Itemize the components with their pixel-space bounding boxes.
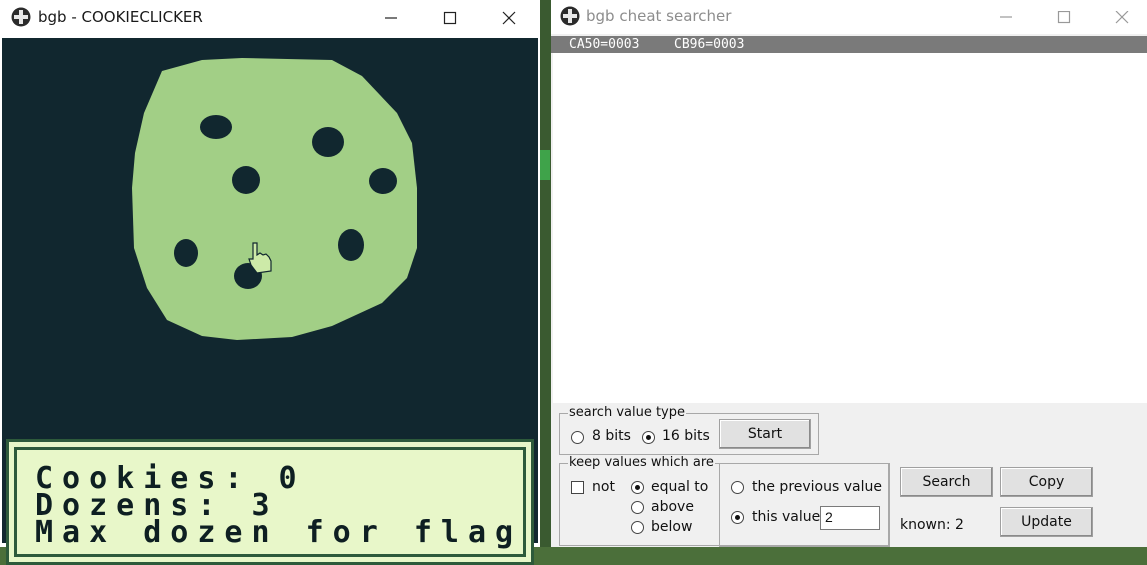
close-icon bbox=[1115, 11, 1129, 24]
radio-this-value-label[interactable]: this value: bbox=[752, 509, 825, 525]
game-screen[interactable]: Cookies: 0 Dozens: 3 Max dozen for flag bbox=[2, 38, 538, 565]
this-value-input[interactable]: 2 bbox=[820, 506, 880, 530]
cheat-titlebar[interactable]: bgb cheat searcher bbox=[551, 0, 1147, 34]
known-count: known: 2 bbox=[900, 517, 964, 533]
minimize-icon bbox=[1000, 16, 1012, 18]
group-label: search value type bbox=[568, 405, 686, 420]
radio-equal-to[interactable] bbox=[631, 481, 644, 494]
update-button[interactable]: Update bbox=[1000, 507, 1093, 537]
group-label: keep values which are bbox=[568, 455, 715, 470]
close-icon bbox=[502, 11, 516, 25]
radio-above-label[interactable]: above bbox=[651, 499, 694, 515]
not-checkbox-label[interactable]: not bbox=[592, 479, 615, 495]
maximize-icon bbox=[443, 11, 457, 25]
radio-8bits[interactable] bbox=[571, 431, 584, 444]
radio-8bits-label[interactable]: 8 bits bbox=[592, 428, 631, 444]
copy-button[interactable]: Copy bbox=[1000, 467, 1093, 497]
copy-button-label: Copy bbox=[1028, 474, 1065, 490]
radio-16bits-label[interactable]: 16 bits bbox=[662, 428, 710, 444]
emulator-titlebar[interactable]: bgb - COOKIECLICKER bbox=[0, 0, 540, 36]
emulator-window: bgb - COOKIECLICKER Cookies: 0 Dozens: 3… bbox=[0, 0, 540, 565]
minimize-button[interactable] bbox=[977, 0, 1035, 36]
radio-equal-to-label[interactable]: equal to bbox=[651, 479, 708, 495]
search-value-type-group: search value type 8 bits 16 bits Start bbox=[559, 405, 819, 455]
cheat-searcher-window: bgb cheat searcher CA50=0003 CB96=0003 s… bbox=[551, 0, 1147, 547]
radio-16bits[interactable] bbox=[642, 431, 655, 444]
radio-below-label[interactable]: below bbox=[651, 519, 692, 535]
cookie-body bbox=[132, 58, 417, 340]
radio-previous-value-label[interactable]: the previous value bbox=[752, 479, 882, 495]
result-item[interactable]: CB96=0003 bbox=[674, 37, 744, 52]
window-title: bgb cheat searcher bbox=[586, 7, 732, 25]
start-button-label: Start bbox=[747, 426, 783, 442]
desktop-strip-green bbox=[540, 150, 550, 180]
flag-line: Max dozen for flag bbox=[35, 515, 523, 550]
radio-above[interactable] bbox=[631, 501, 644, 514]
bgb-cross-icon bbox=[560, 6, 580, 26]
result-list[interactable] bbox=[553, 53, 1147, 403]
radio-this-value[interactable] bbox=[731, 511, 744, 524]
radio-below[interactable] bbox=[631, 521, 644, 534]
update-button-label: Update bbox=[1021, 514, 1072, 530]
cookie-graphic[interactable] bbox=[2, 38, 538, 398]
search-button[interactable]: Search bbox=[900, 467, 993, 497]
radio-previous-value[interactable] bbox=[731, 481, 744, 494]
close-button[interactable] bbox=[1093, 0, 1147, 36]
minimize-button[interactable] bbox=[362, 0, 420, 36]
start-button[interactable]: Start bbox=[719, 419, 811, 449]
result-list-header[interactable]: CA50=0003 CB96=0003 bbox=[551, 36, 1147, 53]
game-text-panel: Cookies: 0 Dozens: 3 Max dozen for flag bbox=[6, 439, 534, 565]
window-title: bgb - COOKIECLICKER bbox=[38, 8, 203, 26]
search-button-label: Search bbox=[922, 474, 971, 490]
close-button[interactable] bbox=[480, 0, 538, 36]
compare-target-group: the previous value this value: 2 bbox=[719, 463, 890, 547]
maximize-button[interactable] bbox=[1035, 0, 1093, 36]
keep-values-group: keep values which are not equal to above… bbox=[559, 455, 890, 547]
minimize-icon bbox=[385, 17, 397, 19]
maximize-icon bbox=[1057, 11, 1071, 24]
result-item[interactable]: CA50=0003 bbox=[569, 37, 639, 52]
maximize-button[interactable] bbox=[421, 0, 479, 36]
bgb-cross-icon bbox=[11, 7, 31, 27]
not-checkbox[interactable] bbox=[571, 481, 584, 494]
